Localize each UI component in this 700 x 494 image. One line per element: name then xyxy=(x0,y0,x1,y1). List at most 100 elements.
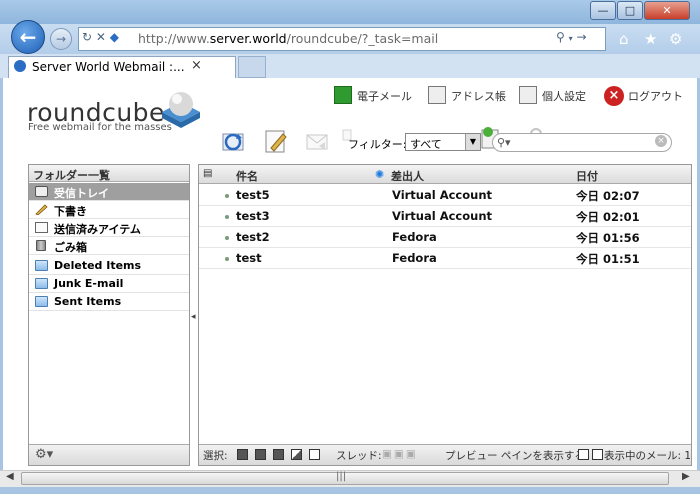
clear-search-icon[interactable]: × xyxy=(655,135,667,147)
settings-icon[interactable] xyxy=(519,86,537,104)
status-dot-icon xyxy=(225,236,229,240)
table-row[interactable]: test2 Fedora 今日 01:56 xyxy=(199,227,691,248)
scroll-left-icon[interactable]: ◀ xyxy=(6,471,14,482)
table-row[interactable]: test Fedora 今日 01:51 xyxy=(199,248,691,269)
folder-sent[interactable]: 送信済みアイテム xyxy=(29,219,189,237)
message-count-text: 表示中のメール: 1 ~ xyxy=(604,450,690,462)
filter-select[interactable]: すべて ▼ xyxy=(405,133,481,151)
maximize-button[interactable]: □ xyxy=(617,1,643,20)
message-from: Fedora xyxy=(392,251,437,265)
message-date: 今日 01:51 xyxy=(576,252,640,266)
folder-icon xyxy=(35,278,48,289)
search-icon[interactable]: ⚲▾ xyxy=(497,136,511,149)
stop-icon[interactable]: ✕ xyxy=(96,30,106,44)
forward-button[interactable]: → xyxy=(50,28,72,50)
select-unread-icon[interactable] xyxy=(273,449,284,460)
back-button[interactable]: ← xyxy=(11,20,45,54)
trash-icon xyxy=(36,240,46,251)
folder-icon xyxy=(35,296,48,307)
ie-page-icon: ◆ xyxy=(109,30,120,44)
dropdown-icon[interactable]: ▾ xyxy=(569,34,573,43)
search-input[interactable] xyxy=(492,133,672,152)
inbox-icon xyxy=(35,186,48,197)
tab-close-icon[interactable]: × xyxy=(191,58,202,73)
back-arrow-icon: ← xyxy=(19,25,37,49)
mail-icon[interactable] xyxy=(334,86,352,104)
roundcube-logo-icon xyxy=(162,92,200,128)
message-date: 今日 01:56 xyxy=(576,231,640,245)
message-subject: test3 xyxy=(236,209,270,223)
folder-options-gear-icon[interactable]: ⚙▾ xyxy=(35,447,53,462)
nav-mail[interactable]: 電子メール xyxy=(357,88,412,104)
scrollbar-grip-icon: ||| xyxy=(336,471,347,482)
preview-pane-toggle[interactable] xyxy=(592,449,603,460)
ie-tab-icon xyxy=(14,60,26,72)
folder-list-title: フォルダー一覧 xyxy=(33,169,110,182)
search-icon[interactable]: ⚲ xyxy=(556,30,565,44)
select-invert-icon[interactable] xyxy=(291,449,302,460)
message-subject: test2 xyxy=(236,230,270,244)
logo-tagline: Free webmail for the masses xyxy=(28,122,172,133)
close-window-button[interactable]: ✕ xyxy=(644,1,690,20)
thread-label: スレッド: xyxy=(336,450,382,462)
folder-inbox[interactable]: 受信トレイ xyxy=(29,183,189,201)
message-from: Fedora xyxy=(392,230,437,244)
compose-icon[interactable] xyxy=(263,128,289,154)
filter-value: すべて xyxy=(410,138,442,151)
thread-toggle-icons[interactable]: ▣▣▣ xyxy=(382,448,418,460)
column-date[interactable]: 日付 xyxy=(576,168,598,184)
select-all-icon[interactable] xyxy=(237,449,248,460)
table-row[interactable]: test5 Virtual Account 今日 02:07 xyxy=(199,185,691,206)
status-dot-icon xyxy=(225,194,229,198)
nav-logout[interactable]: ログアウト xyxy=(628,88,683,104)
window-frame-left xyxy=(0,78,3,488)
column-from[interactable]: 差出人 xyxy=(391,168,424,184)
message-date: 今日 02:01 xyxy=(576,210,640,224)
scroll-right-icon[interactable]: ▶ xyxy=(682,471,690,482)
status-dot-icon xyxy=(225,215,229,219)
window-frame-bottom xyxy=(0,487,700,494)
select-label: 選択: xyxy=(203,450,228,462)
folder-drafts[interactable]: 下書き xyxy=(29,201,189,219)
reply-icon[interactable] xyxy=(305,128,331,154)
chevron-down-icon[interactable]: ▼ xyxy=(465,134,480,150)
folder-icon xyxy=(35,260,48,271)
folder-trash[interactable]: ごみ箱 xyxy=(29,237,189,255)
status-dot-icon xyxy=(225,257,229,261)
select-none-icon[interactable] xyxy=(309,449,320,460)
filter-label: フィルター: xyxy=(348,138,407,151)
message-from: Virtual Account xyxy=(392,188,493,202)
select-page-icon[interactable] xyxy=(255,449,266,460)
folder-sent-items[interactable]: Sent Items xyxy=(29,293,189,311)
check-mail-icon[interactable] xyxy=(221,128,247,154)
favorites-icon[interactable]: ★ xyxy=(644,30,657,48)
column-subject[interactable]: 件名 xyxy=(236,168,258,184)
home-icon[interactable]: ⌂ xyxy=(619,30,629,48)
folder-list-header: フォルダー一覧 xyxy=(29,165,189,182)
address-url[interactable]: http://www.server.world/roundcube/?_task… xyxy=(138,31,438,46)
nav-settings[interactable]: 個人設定 xyxy=(542,88,586,104)
preview-pane-text: プレビュー ペインを表示する xyxy=(445,450,585,462)
sent-icon xyxy=(35,222,48,233)
list-options-icon[interactable]: ▤ xyxy=(203,168,212,179)
forward-arrow-icon: → xyxy=(55,32,67,46)
go-arrow-icon[interactable]: → xyxy=(576,30,586,44)
logout-icon[interactable]: × xyxy=(604,86,624,106)
nav-addressbook[interactable]: アドレス帳 xyxy=(451,88,506,104)
panel-splitter-handle[interactable]: ◂ xyxy=(191,312,196,322)
gear-icon[interactable]: ⚙ xyxy=(669,30,682,48)
refresh-icon[interactable]: ↻ xyxy=(82,30,92,44)
message-list-header xyxy=(199,165,691,184)
new-tab-button[interactable] xyxy=(238,56,266,78)
flag-column-icon[interactable]: ✺ xyxy=(375,168,384,181)
addressbook-icon[interactable] xyxy=(428,86,446,104)
pencil-icon xyxy=(35,204,48,215)
message-from: Virtual Account xyxy=(392,209,493,223)
message-subject: test5 xyxy=(236,188,270,202)
folder-deleted-items[interactable]: Deleted Items xyxy=(29,257,189,275)
preview-pane-checkbox[interactable] xyxy=(578,449,589,460)
minimize-button[interactable]: — xyxy=(590,1,616,20)
table-row[interactable]: test3 Virtual Account 今日 02:01 xyxy=(199,206,691,227)
address-search-controls[interactable]: ⚲ ▾ → xyxy=(556,30,587,44)
folder-junk-email[interactable]: Junk E-mail xyxy=(29,275,189,293)
